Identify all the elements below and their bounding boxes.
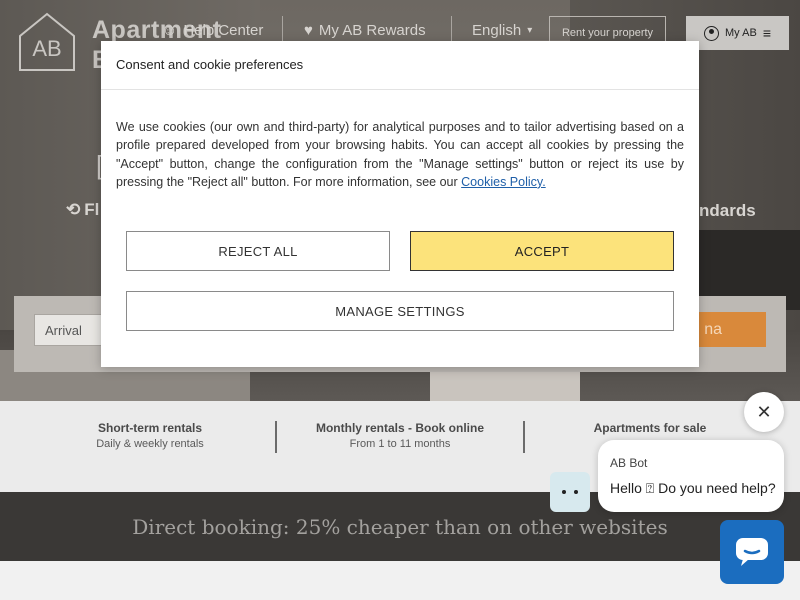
category-subtitle: From 1 to 11 months (349, 438, 451, 450)
chat-bot-name: AB Bot (610, 456, 648, 470)
manage-settings-button[interactable]: MANAGE SETTINGS (126, 291, 674, 331)
close-icon: ✕ (756, 401, 772, 422)
chat-message: Hello ⍰ Do you need help? (610, 480, 776, 496)
consent-text: We use cookies (our own and third-party)… (116, 120, 684, 189)
caret-down-icon: ▾ (527, 25, 533, 36)
my-ab-button[interactable]: My AB ≡ (686, 16, 789, 50)
category-title: Apartments for sale (593, 421, 707, 435)
category-title: Short-term rentals (97, 421, 203, 435)
hero-feature-left-label: Fl (84, 200, 100, 219)
help-icon: ☺ (162, 22, 178, 39)
category-monthly[interactable]: Monthly rentals - Book online From 1 to … (300, 421, 500, 450)
direct-booking-text: Direct booking: 25% cheaper than on othe… (132, 514, 668, 539)
rewards-link[interactable]: ♥ My AB Rewards (304, 22, 426, 39)
chat-greeting-bubble[interactable]: AB Bot Hello ⍰ Do you need help? (598, 440, 784, 512)
my-ab-label: My AB (725, 27, 757, 39)
menu-icon: ≡ (762, 25, 771, 41)
chat-icon (736, 538, 768, 566)
help-center-link[interactable]: ☺ Help Center (162, 22, 263, 39)
category-subtitle: Daily & weekly rentals (96, 438, 204, 450)
house-logo-icon: AB (19, 12, 75, 71)
logo[interactable]: AB (16, 10, 78, 72)
cookie-consent-dialog: Consent and cookie preferences We use co… (101, 41, 699, 367)
category-divider (275, 421, 277, 453)
chat-close-button[interactable]: ✕ (744, 392, 784, 432)
content-strip (0, 561, 800, 600)
category-short-term[interactable]: Short-term rentals Daily & weekly rental… (60, 421, 240, 450)
cookies-policy-link[interactable]: Cookies Policy. (461, 175, 546, 189)
hero-feature-right: ndards (699, 201, 756, 220)
accept-button[interactable]: ACCEPT (410, 231, 674, 271)
language-label: English (472, 22, 522, 39)
reject-all-button[interactable]: REJECT ALL (126, 231, 390, 271)
category-title: Monthly rentals - Book online (315, 421, 484, 435)
user-circle-icon (704, 25, 720, 41)
refresh-icon: ⟲ (66, 200, 81, 219)
avatar-eye (574, 490, 578, 494)
dialog-body: We use cookies (our own and third-party)… (101, 90, 699, 191)
svg-text:AB: AB (32, 36, 61, 61)
hero-feature-left: ⟲ Fl (66, 200, 99, 220)
chat-bot-avatar (550, 472, 590, 512)
category-for-sale[interactable]: Apartments for sale (560, 421, 740, 438)
help-center-label: Help Center (183, 22, 264, 39)
chat-launcher-button[interactable] (720, 520, 784, 584)
dialog-title: Consent and cookie preferences (101, 41, 699, 90)
avatar-eye (562, 490, 566, 494)
rewards-label: My AB Rewards (318, 22, 426, 39)
language-selector[interactable]: English ▾ (472, 22, 532, 39)
category-divider (523, 421, 525, 453)
hand-heart-icon: ♥ (304, 22, 313, 39)
